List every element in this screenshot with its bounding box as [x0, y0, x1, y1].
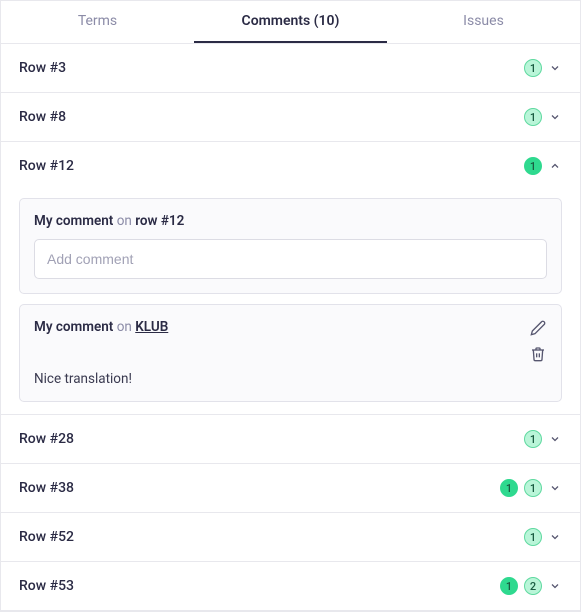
delete-icon[interactable]	[529, 345, 547, 363]
comment-on: on	[117, 319, 132, 335]
add-comment-title: My comment on row #12	[34, 213, 547, 229]
chevron-up-icon	[548, 159, 562, 173]
chevron-down-icon	[548, 579, 562, 593]
tab-bar: Terms Comments (10) Issues	[1, 1, 580, 44]
count-badge: 1	[524, 479, 542, 497]
count-badge: 1	[524, 430, 542, 448]
row-52[interactable]: Row #52 1	[1, 513, 580, 562]
comment-on: on	[117, 213, 132, 229]
row-label: Row #8	[19, 109, 66, 125]
row-38[interactable]: Row #38 1 1	[1, 464, 580, 513]
count-badge: 1	[500, 479, 518, 497]
comment-prefix: My comment	[34, 213, 113, 229]
row-right: 1	[524, 108, 562, 126]
existing-comment-card: My comment on KLUB Nice translation!	[19, 304, 562, 402]
count-badge: 1	[500, 577, 518, 595]
comment-target-link[interactable]: KLUB	[135, 319, 168, 335]
tab-comments[interactable]: Comments (10)	[194, 1, 387, 43]
row-12-expanded: My comment on row #12 My comment on KLUB	[1, 190, 580, 415]
add-comment-input[interactable]	[34, 239, 547, 279]
row-28[interactable]: Row #28 1	[1, 415, 580, 464]
row-label: Row #53	[19, 578, 74, 594]
count-badge: 1	[524, 157, 542, 175]
chevron-down-icon	[548, 530, 562, 544]
comment-prefix: My comment	[34, 319, 113, 335]
tab-terms[interactable]: Terms	[1, 1, 194, 43]
chevron-down-icon	[548, 432, 562, 446]
row-right: 1 1	[500, 479, 562, 497]
count-badge: 1	[524, 528, 542, 546]
chevron-down-icon	[548, 481, 562, 495]
row-right: 1	[524, 430, 562, 448]
row-right: 1 2	[500, 577, 562, 595]
row-label: Row #38	[19, 480, 74, 496]
comment-header: My comment on KLUB	[34, 319, 547, 363]
edit-icon[interactable]	[529, 319, 547, 337]
tab-issues[interactable]: Issues	[387, 1, 580, 43]
row-label: Row #28	[19, 431, 74, 447]
row-label: Row #52	[19, 529, 74, 545]
row-right: 1	[524, 157, 562, 175]
row-right: 1	[524, 528, 562, 546]
row-label: Row #3	[19, 60, 66, 76]
count-badge: 2	[524, 577, 542, 595]
row-3[interactable]: Row #3 1	[1, 44, 580, 93]
comment-target: row #12	[135, 213, 184, 229]
count-badge: 1	[524, 59, 542, 77]
row-right: 1	[524, 59, 562, 77]
add-comment-card: My comment on row #12	[19, 198, 562, 294]
chevron-down-icon	[548, 61, 562, 75]
row-8[interactable]: Row #8 1	[1, 93, 580, 142]
comment-body: Nice translation!	[34, 371, 547, 387]
existing-comment-title: My comment on KLUB	[34, 319, 168, 335]
comments-panel: Terms Comments (10) Issues Row #3 1 Row …	[0, 0, 581, 612]
row-53[interactable]: Row #53 1 2	[1, 562, 580, 611]
row-label: Row #12	[19, 158, 74, 174]
row-12[interactable]: Row #12 1	[1, 142, 580, 190]
count-badge: 1	[524, 108, 542, 126]
chevron-down-icon	[548, 110, 562, 124]
comment-actions	[529, 319, 547, 363]
